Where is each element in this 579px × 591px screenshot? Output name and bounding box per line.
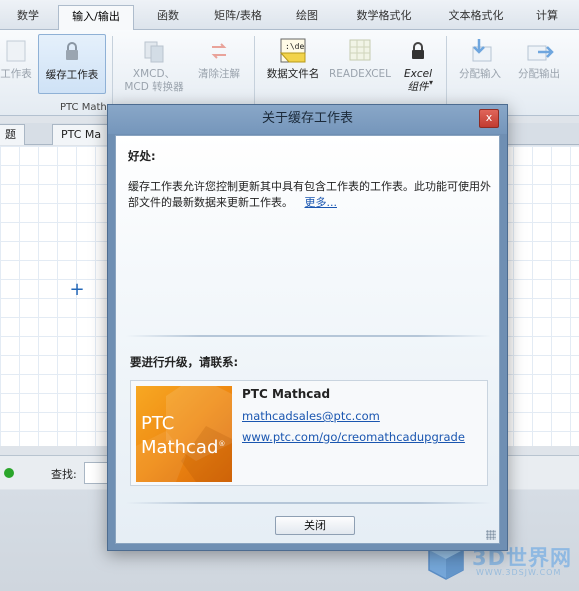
excel-sheet-icon — [345, 38, 375, 64]
logo-text: PTC Mathcad® — [141, 414, 225, 458]
close-button[interactable]: 关闭 — [275, 516, 355, 535]
converter-icon — [139, 38, 169, 64]
ribbon-group-label: PTC Mathc — [60, 102, 113, 113]
readexcel-button[interactable]: READEXCEL — [328, 34, 392, 94]
tab-calculation[interactable]: 计算 — [527, 5, 567, 30]
tab-plots[interactable]: 绘图 — [287, 5, 327, 30]
watermark-subtext: WWW.3DSJW.COM — [476, 568, 562, 577]
contact-name: PTC Mathcad — [242, 387, 331, 401]
data-file-icon: :\de — [278, 38, 308, 64]
worksheet-button[interactable]: 工作表 — [0, 34, 32, 94]
more-link[interactable]: 更多... — [305, 196, 338, 209]
data-filename-label: 数据文件名 — [266, 68, 320, 80]
ribbon-tab-bar: 数学 输入/输出 函数 矩阵/表格 绘图 数学格式化 文本格式化 计算 — [0, 0, 579, 31]
benefit-heading: 好处: — [128, 149, 156, 163]
tab-math[interactable]: 数学 — [8, 5, 48, 30]
upgrade-heading: 要进行升级，请联系: — [130, 355, 239, 369]
close-icon[interactable]: x — [479, 109, 499, 128]
tab-input-output[interactable]: 输入/输出 — [58, 5, 134, 31]
clear-annotation-label: 清除注解 — [198, 68, 240, 80]
dropdown-arrow-icon[interactable]: ▾ — [429, 78, 433, 87]
logo-text-line1: PTC — [141, 413, 175, 434]
tab-text-formatting[interactable]: 文本格式化 — [437, 5, 515, 30]
eraser-arrows-icon — [204, 38, 234, 64]
logo-text-line2: Mathcad — [141, 437, 219, 458]
assign-output-icon — [524, 38, 554, 64]
logo-registered-mark: ® — [218, 440, 226, 448]
readexcel-label: READEXCEL — [328, 68, 392, 80]
dialog-body: 好处: 缓存工作表允许您控制更新其中具有包含工作表的工作表。此功能可使用外部文件… — [115, 135, 500, 544]
assign-input-icon — [465, 38, 495, 64]
document-tab-2[interactable]: PTC Ma — [52, 124, 111, 145]
lock-icon — [57, 39, 87, 65]
xmcd-converter-button[interactable]: XMCD、 MCD 转换器 — [118, 34, 190, 94]
tab-matrix-table[interactable]: 矩阵/表格 — [206, 5, 270, 30]
clear-annotation-button[interactable]: 清除注解 — [192, 34, 246, 94]
resize-grip-icon[interactable] — [486, 530, 496, 540]
about-cached-worksheet-dialog: 关于缓存工作表 x 好处: 缓存工作表允许您控制更新其中具有包含工作表的工作表。… — [107, 104, 508, 551]
benefit-description: 缓存工作表允许您控制更新其中具有包含工作表的工作表。此功能可使用外部文件的最新数… — [128, 179, 493, 211]
cache-worksheet-button[interactable]: 缓存工作表 — [38, 34, 106, 94]
ptc-mathcad-logo: PTC Mathcad® — [136, 386, 232, 482]
cache-worksheet-label: 缓存工作表 — [45, 69, 99, 81]
ribbon-separator — [446, 36, 447, 112]
assign-input-label: 分配输入 — [459, 68, 501, 80]
document-tab-1[interactable]: 题 — [0, 124, 25, 145]
contact-url-link[interactable]: www.ptc.com/go/creomathcadupgrade — [242, 430, 465, 444]
assign-output-button[interactable]: 分配输出 — [510, 34, 568, 94]
worksheet-icon — [1, 38, 31, 64]
lock-icon — [403, 38, 433, 64]
assign-input-button[interactable]: 分配输入 — [452, 34, 508, 94]
calculation-status-icon — [4, 468, 14, 478]
contact-panel: PTC Mathcad® PTC Mathcad mathcadsales@pt… — [130, 380, 488, 486]
svg-text::\de: :\de — [285, 42, 304, 51]
section-divider — [126, 335, 491, 337]
xmcd-label-2: MCD 转换器 — [124, 81, 184, 93]
data-filename-button[interactable]: :\de 数据文件名 — [262, 34, 324, 94]
tab-math-formatting[interactable]: 数学格式化 — [345, 5, 423, 30]
ribbon-separator — [254, 36, 255, 112]
worksheet-label: 工作表 — [0, 68, 32, 80]
dialog-title: 关于缓存工作表 — [108, 105, 507, 134]
crosshair-cursor-icon: + — [69, 279, 85, 300]
ribbon-separator — [112, 36, 113, 112]
xmcd-label-1: XMCD、 — [132, 68, 176, 80]
section-divider — [126, 502, 491, 504]
contact-email-link[interactable]: mathcadsales@ptc.com — [242, 409, 380, 423]
tab-functions[interactable]: 函数 — [146, 5, 190, 30]
assign-output-label: 分配输出 — [518, 68, 560, 80]
find-label: 查找: — [51, 468, 77, 481]
